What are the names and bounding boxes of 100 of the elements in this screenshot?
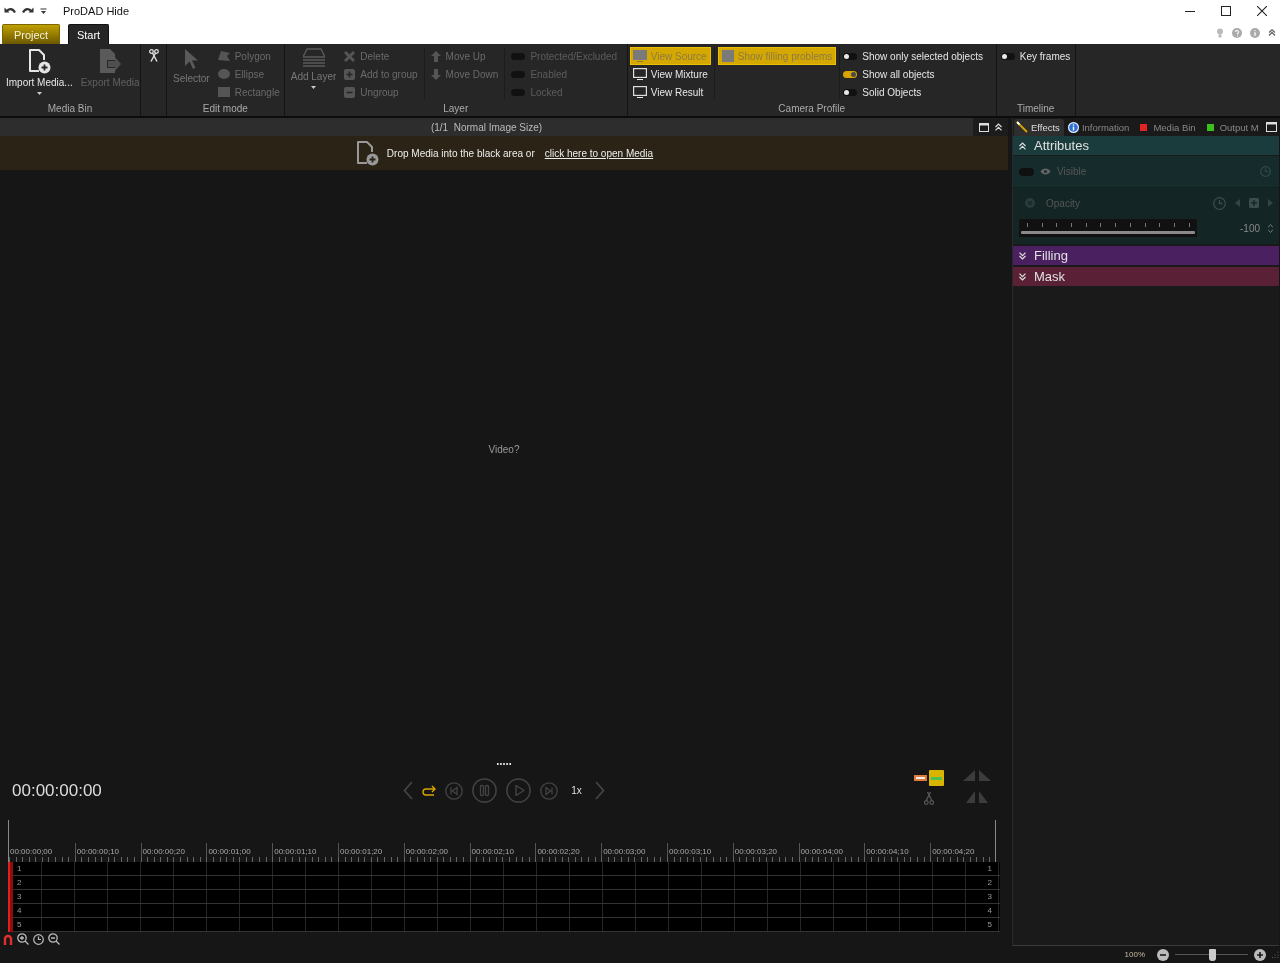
ruler-label: 00:00:00;20 bbox=[142, 847, 185, 857]
section-header[interactable]: Attributes bbox=[1013, 136, 1279, 155]
square-icon bbox=[721, 50, 734, 62]
toggle-switch[interactable] bbox=[843, 70, 858, 78]
toggle-label: Show only selected objects bbox=[862, 50, 983, 62]
toggle-label: Solid Objects bbox=[862, 86, 922, 98]
monitor-icon bbox=[632, 50, 647, 62]
wand-icon bbox=[1016, 121, 1028, 133]
image-size-label: (1/1 Normal Image Size) bbox=[429, 121, 544, 133]
minus-circle-icon[interactable] bbox=[1157, 948, 1169, 961]
track-number: 3 bbox=[987, 891, 992, 902]
group-label: Edit mode bbox=[201, 102, 249, 116]
window-title: ProDAD Hide bbox=[63, 5, 130, 17]
ruler-label: 00:00:02;10 bbox=[471, 847, 514, 857]
view-mode-button[interactable]: View Result bbox=[629, 83, 711, 101]
track-number: 3 bbox=[17, 891, 22, 902]
view-mode-button[interactable]: View Mixture bbox=[629, 65, 711, 83]
loop-icon[interactable] bbox=[422, 784, 437, 797]
ruler-label: 00:00:01;10 bbox=[274, 847, 317, 857]
section-header[interactable]: Mask bbox=[1013, 267, 1279, 286]
video-placeholder-label: Video? bbox=[488, 443, 520, 455]
opacity-value: -100 bbox=[1240, 222, 1260, 234]
window-icon[interactable] bbox=[979, 122, 989, 132]
drop-hint-text: Drop Media into the black area or bbox=[386, 147, 535, 159]
caret-icon bbox=[311, 86, 316, 89]
toggle-label: Key frames bbox=[1019, 50, 1071, 62]
plus-square-icon bbox=[344, 68, 356, 80]
collapse-icon[interactable] bbox=[995, 123, 1002, 131]
clip-markers-icon[interactable] bbox=[914, 770, 944, 786]
ruler-label: 00:00:01;20 bbox=[340, 847, 383, 857]
ruler-label: 00:00:02;00 bbox=[405, 847, 449, 857]
monitor-icon bbox=[632, 86, 647, 98]
magnet-icon[interactable] bbox=[3, 933, 13, 945]
minus-square-icon bbox=[344, 86, 356, 98]
ellipse-icon bbox=[217, 69, 230, 79]
redo-icon[interactable] bbox=[22, 6, 34, 16]
track-number: 2 bbox=[17, 877, 22, 888]
opacity-slider-track[interactable] bbox=[1019, 219, 1197, 237]
close-icon[interactable] bbox=[1257, 6, 1267, 16]
clock-icon[interactable] bbox=[33, 933, 44, 945]
group-label: Media Bin bbox=[46, 102, 94, 116]
ruler-label: 00:00:03;10 bbox=[668, 847, 712, 857]
group-label: Timeline bbox=[1016, 102, 1056, 116]
window-icon[interactable] bbox=[1266, 122, 1277, 132]
ruler-label: 00:00:01;00 bbox=[208, 847, 251, 857]
panel-tab[interactable]: Information bbox=[1065, 118, 1132, 136]
polygon-icon bbox=[217, 51, 230, 61]
track-number: 1 bbox=[17, 863, 22, 874]
minimize-icon[interactable] bbox=[1185, 10, 1195, 12]
timecode-display: 00:00:00:00 bbox=[11, 780, 102, 801]
group-label: Camera Profile bbox=[777, 102, 847, 116]
panel-tab[interactable]: Output M bbox=[1199, 118, 1261, 136]
plus-circle-icon[interactable] bbox=[1254, 948, 1266, 961]
track-number: 5 bbox=[987, 919, 992, 930]
ruler-label: 00:00:04;00 bbox=[800, 847, 843, 857]
x-icon bbox=[344, 50, 356, 62]
zoom-out-icon[interactable] bbox=[48, 933, 60, 945]
maximize-icon[interactable] bbox=[1221, 6, 1231, 16]
import-media-button[interactable]: Import Media... bbox=[4, 44, 75, 95]
collapse-ribbon-icon[interactable] bbox=[1268, 29, 1276, 37]
arrow-up-icon bbox=[430, 50, 441, 62]
rectangle-icon bbox=[217, 87, 230, 97]
file-export-icon bbox=[98, 48, 123, 74]
toggle-switch[interactable] bbox=[843, 52, 858, 60]
zoom-level-label: 100% bbox=[1124, 950, 1145, 959]
zoom-in-icon[interactable] bbox=[17, 933, 29, 945]
layers-icon bbox=[302, 48, 325, 68]
open-media-link[interactable]: click here to open Media bbox=[544, 147, 654, 159]
resize-grip-icon[interactable] bbox=[1272, 951, 1279, 958]
filling-problems-button[interactable]: Show filling problems bbox=[717, 47, 837, 65]
attribute-label: Opacity bbox=[1046, 197, 1080, 209]
ribbon-tab[interactable]: Start bbox=[68, 24, 109, 44]
toggle-switch[interactable] bbox=[1000, 52, 1015, 60]
group-label: Layer bbox=[442, 102, 470, 116]
ruler-label: 00:00:00;00 bbox=[10, 847, 53, 857]
panel-tab[interactable]: Media Bin bbox=[1133, 118, 1198, 136]
arrow-down-icon bbox=[430, 68, 441, 80]
track-number: 4 bbox=[987, 905, 992, 916]
track-number: 4 bbox=[17, 905, 22, 916]
toggle-switch[interactable] bbox=[843, 88, 858, 96]
spinner-icon[interactable] bbox=[1268, 223, 1273, 233]
undo-icon[interactable] bbox=[4, 6, 16, 16]
info-icon bbox=[1067, 121, 1079, 133]
slider-thumb[interactable] bbox=[1208, 948, 1216, 961]
ruler-label: 00:00:03;00 bbox=[603, 847, 646, 857]
ruler-label: 00:00:04;10 bbox=[866, 847, 909, 857]
dropdown-icon[interactable] bbox=[40, 7, 47, 15]
eye-icon bbox=[1040, 168, 1051, 175]
ruler-label: 00:00:02;20 bbox=[537, 847, 580, 857]
attribute-label: Visible bbox=[1057, 166, 1087, 177]
cursor-icon bbox=[184, 48, 199, 70]
app-menu-button[interactable]: Project bbox=[2, 24, 60, 44]
section-header[interactable]: Filling bbox=[1013, 246, 1279, 265]
scissors-icon[interactable] bbox=[148, 49, 159, 62]
playhead-marker[interactable] bbox=[8, 862, 13, 932]
view-mode-button[interactable]: View Source bbox=[629, 47, 711, 65]
track-number: 1 bbox=[987, 863, 992, 874]
skip-start-icon[interactable] bbox=[445, 781, 464, 800]
panel-tab[interactable]: Effects bbox=[1014, 118, 1064, 136]
speed-button[interactable]: 1x bbox=[571, 785, 582, 796]
